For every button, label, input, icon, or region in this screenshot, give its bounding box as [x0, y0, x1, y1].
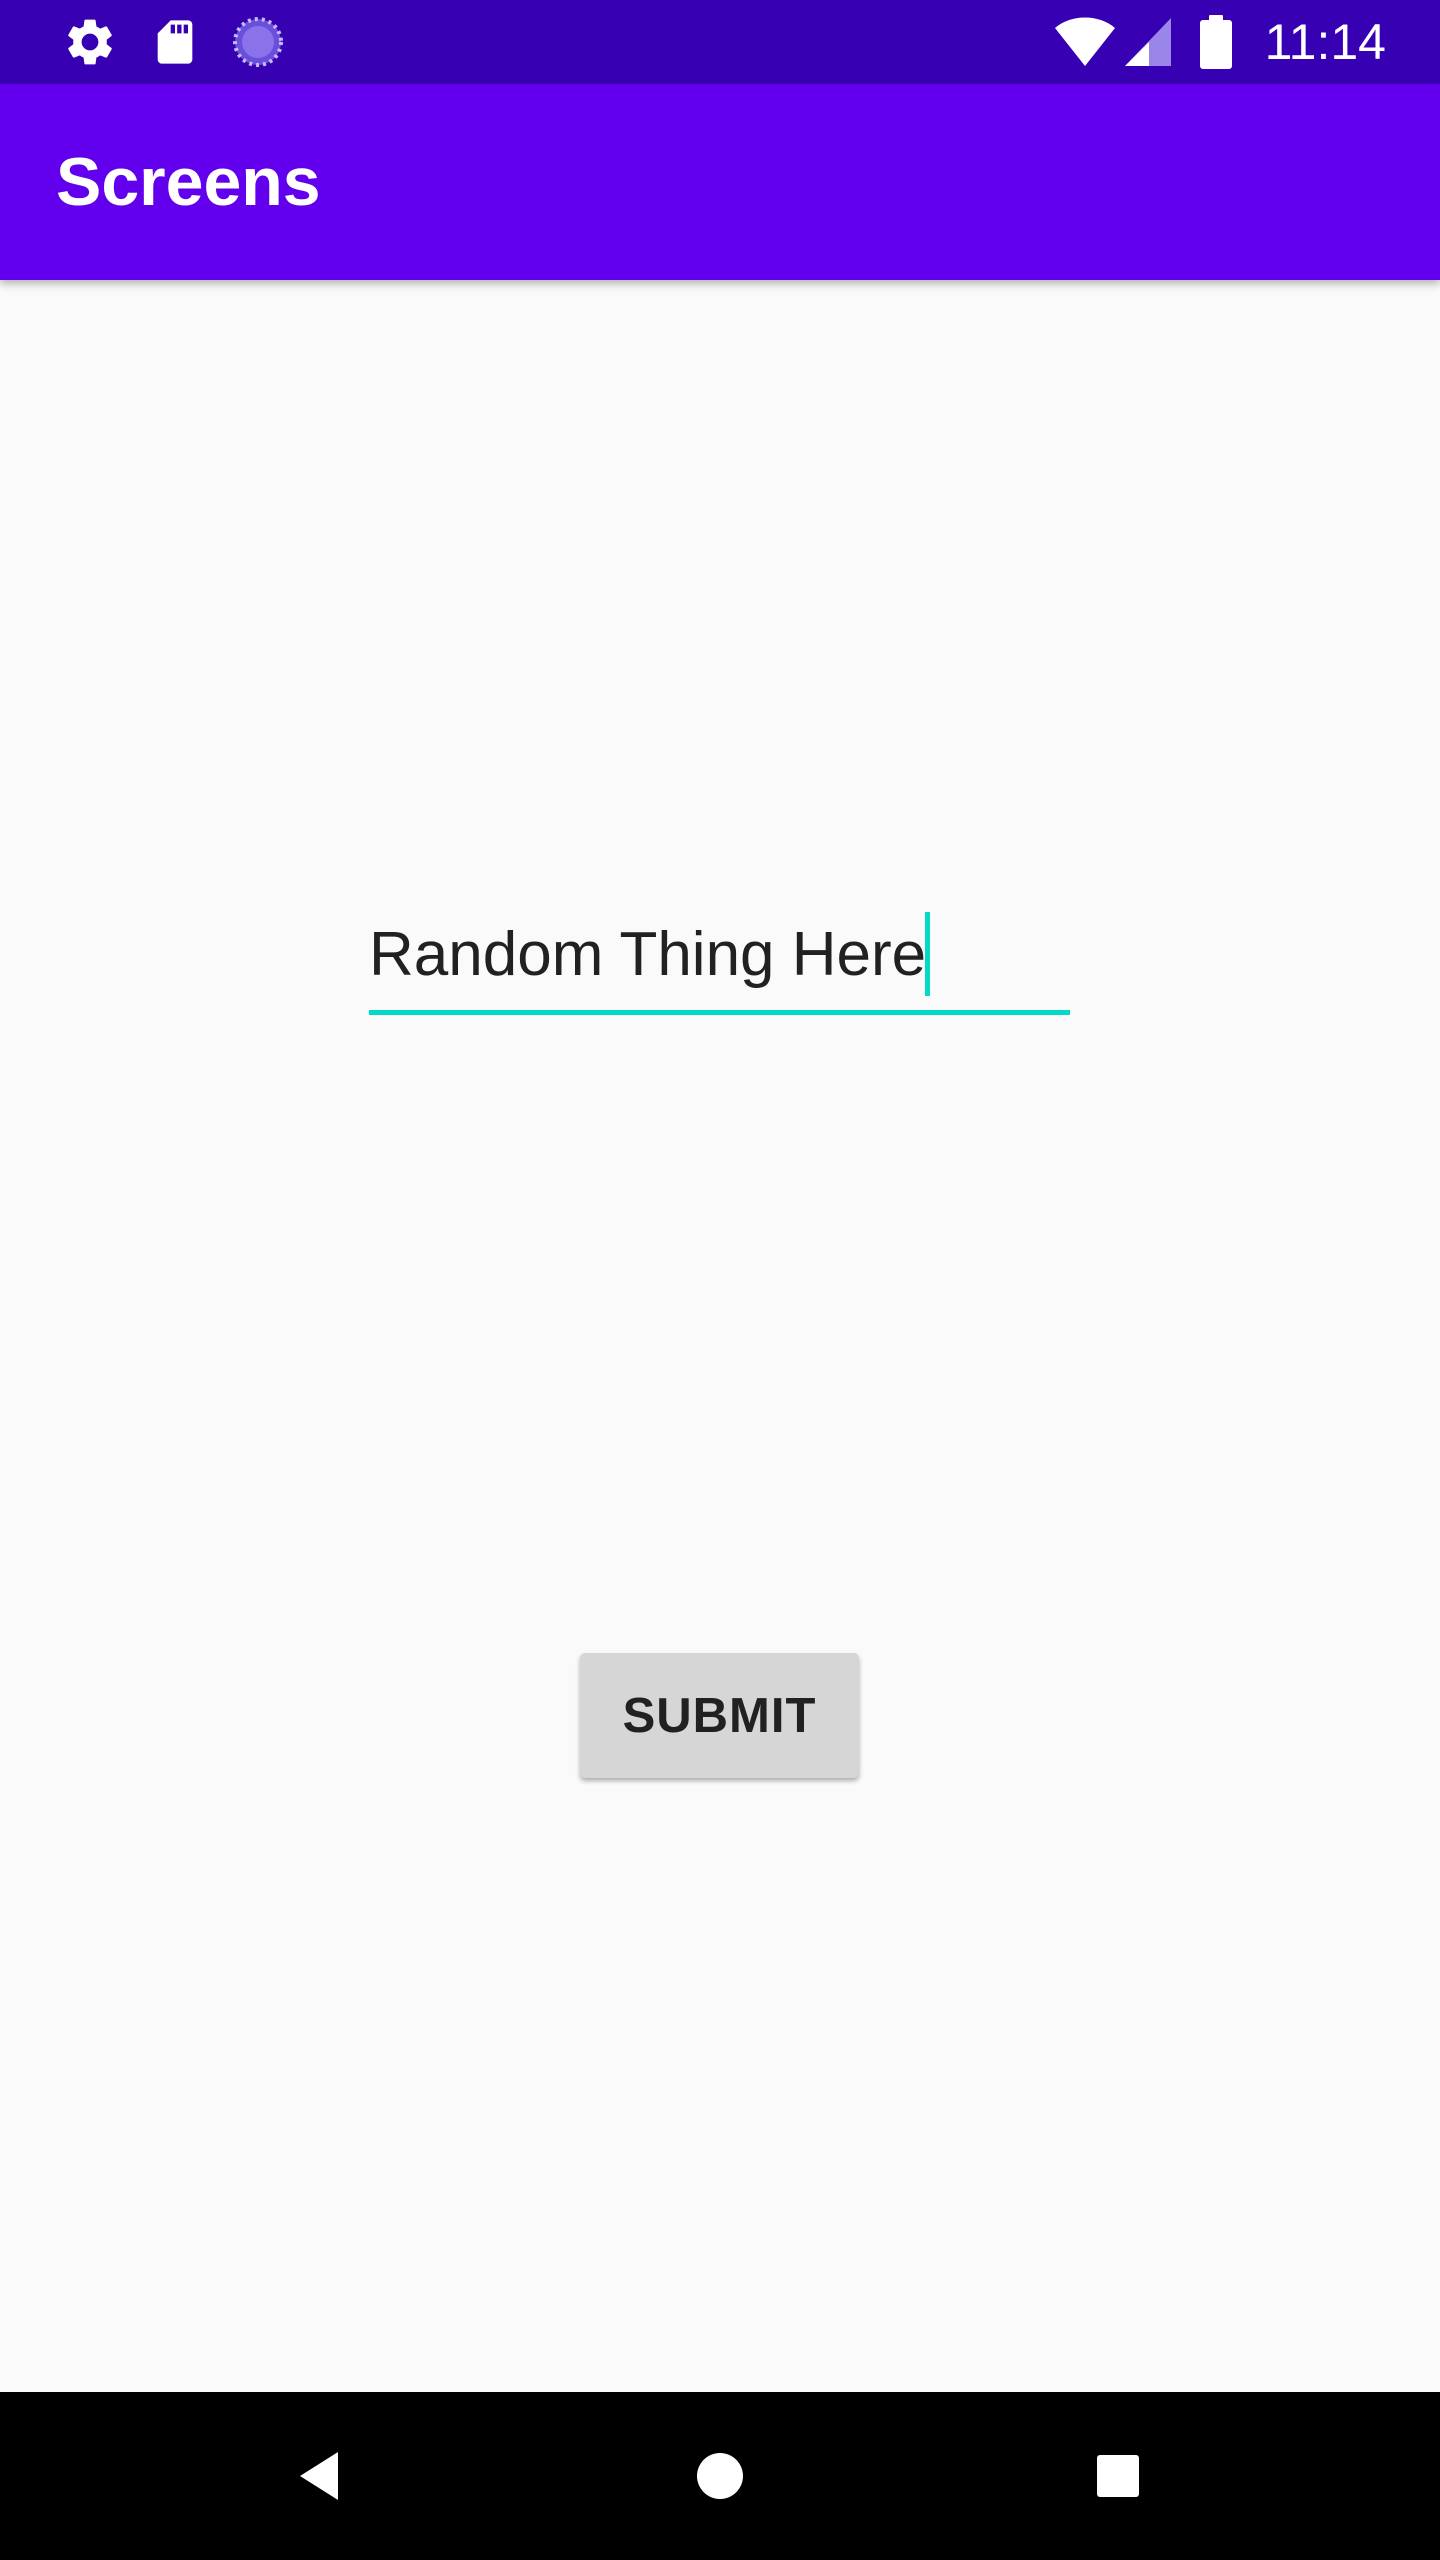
- wifi-icon: [1052, 12, 1118, 72]
- text-field-underline: [369, 1010, 1070, 1015]
- loading-icon: [228, 12, 288, 72]
- recents-icon[interactable]: [1058, 2416, 1178, 2536]
- battery-icon: [1190, 12, 1242, 72]
- signal-icon: [1122, 12, 1174, 72]
- sd-card-icon: [145, 12, 205, 72]
- screen: 11:14 Screens SUBMIT: [0, 0, 1440, 2560]
- status-bar: 11:14: [0, 0, 1440, 84]
- text-input[interactable]: [369, 900, 1070, 1010]
- page-title: Screens: [56, 144, 321, 220]
- submit-button-label: SUBMIT: [622, 1688, 817, 1743]
- gear-icon: [60, 12, 120, 72]
- text-field[interactable]: [369, 900, 1070, 1016]
- submit-button[interactable]: SUBMIT: [580, 1653, 859, 1778]
- text-cursor: [925, 912, 930, 996]
- app-bar: Screens: [0, 84, 1440, 280]
- home-icon[interactable]: [660, 2416, 780, 2536]
- back-icon[interactable]: [260, 2416, 380, 2536]
- navigation-bar: [0, 2392, 1440, 2560]
- status-time: 11:14: [1264, 14, 1386, 70]
